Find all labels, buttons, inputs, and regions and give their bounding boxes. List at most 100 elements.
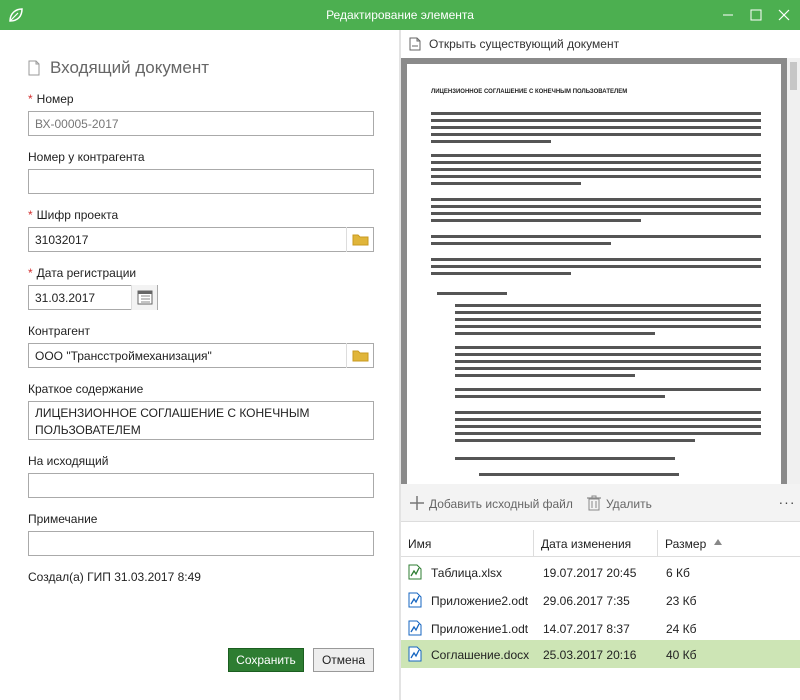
open-document-icon xyxy=(409,37,421,51)
text-line xyxy=(455,457,675,460)
text-line xyxy=(455,360,761,363)
summary-label: Краткое содержание xyxy=(28,382,144,396)
add-source-file-label: Добавить исходный файл xyxy=(429,497,573,511)
file-size: 40 Кб xyxy=(666,648,697,662)
text-line xyxy=(455,411,761,414)
file-row[interactable]: Приложение1.odt 14.07.2017 8:37 24 Кб xyxy=(401,614,800,642)
preview-scrollbar-thumb[interactable] xyxy=(790,62,797,90)
text-line xyxy=(431,161,761,164)
file-modified: 25.03.2017 20:16 xyxy=(543,648,637,662)
text-line xyxy=(431,168,761,171)
plus-icon xyxy=(410,496,424,510)
text-line xyxy=(431,175,761,178)
document-page: ЛИЦЕНЗИОННОЕ СОГЛАШЕНИЕ С КОНЕЧНЫМ ПОЛЬЗ… xyxy=(407,64,781,484)
file-name: Приложение1.odt xyxy=(431,622,529,636)
file-modified: 19.07.2017 20:45 xyxy=(543,566,637,580)
text-document-file-icon xyxy=(408,592,422,608)
preview-scrollbar[interactable] xyxy=(787,58,800,484)
save-button[interactable]: Сохранить xyxy=(228,648,304,672)
column-separator[interactable] xyxy=(533,530,534,557)
number-field[interactable]: ВХ-00005-2017 xyxy=(28,111,374,136)
text-line xyxy=(431,126,761,129)
text-line xyxy=(431,182,581,185)
column-header-size[interactable]: Размер xyxy=(665,537,706,551)
column-header-name[interactable]: Имя xyxy=(408,537,431,551)
counterparty-number-field[interactable] xyxy=(28,169,374,194)
calendar-button[interactable] xyxy=(131,285,157,310)
file-row[interactable]: Приложение2.odt 29.06.2017 7:35 23 Кб xyxy=(401,586,800,614)
document-preview[interactable]: ЛИЦЕНЗИОННОЕ СОГЛАШЕНИЕ С КОНЕЧНЫМ ПОЛЬЗ… xyxy=(401,58,787,484)
text-line xyxy=(431,235,761,238)
text-line xyxy=(431,265,761,268)
counterparty-label: Контрагент xyxy=(28,324,91,338)
outgoing-label: На исходящий xyxy=(28,454,109,468)
note-field[interactable] xyxy=(28,531,374,556)
text-line xyxy=(455,374,635,377)
sort-ascending-icon xyxy=(714,539,722,545)
spreadsheet-file-icon xyxy=(408,564,422,580)
required-mark: * xyxy=(28,208,33,222)
text-line xyxy=(431,198,761,201)
file-modified: 14.07.2017 8:37 xyxy=(543,622,630,636)
text-line xyxy=(455,395,665,398)
counterparty-field[interactable]: ООО "Трансстроймеханизация" xyxy=(28,343,374,368)
text-line xyxy=(455,432,761,435)
text-line xyxy=(431,205,761,208)
outgoing-field[interactable] xyxy=(28,473,374,498)
text-line xyxy=(455,311,761,314)
file-row[interactable]: Таблица.xlsx 19.07.2017 20:45 6 Кб xyxy=(401,558,800,586)
column-header-modified[interactable]: Дата изменения xyxy=(541,537,631,551)
trash-icon xyxy=(587,495,601,511)
text-line xyxy=(455,388,761,391)
text-line xyxy=(431,119,761,122)
file-size: 6 Кб xyxy=(666,566,690,580)
text-line xyxy=(455,332,655,335)
file-row-selected[interactable]: Соглашение.docx 25.03.2017 20:16 40 Кб xyxy=(401,640,800,668)
summary-field[interactable]: ЛИЦЕНЗИОННОЕ СОГЛАШЕНИЕ С КОНЕЧНЫМ ПОЛЬЗ… xyxy=(28,401,374,440)
text-line xyxy=(455,325,761,328)
text-document-file-icon xyxy=(408,620,422,636)
more-options-icon[interactable]: ··· xyxy=(778,494,796,512)
close-icon[interactable] xyxy=(774,5,794,25)
file-modified: 29.06.2017 7:35 xyxy=(543,594,630,608)
window-title: Редактирование элемента xyxy=(326,8,474,22)
note-label: Примечание xyxy=(28,512,98,526)
minimize-icon[interactable] xyxy=(718,5,738,25)
text-line xyxy=(455,425,761,428)
project-code-field[interactable]: 31032017 xyxy=(28,227,374,252)
title-bar: Редактирование элемента xyxy=(0,0,800,30)
created-info: Создал(а) ГИП 31.03.2017 8:49 xyxy=(28,570,201,584)
file-name: Соглашение.docx xyxy=(431,648,530,662)
text-line xyxy=(455,418,761,421)
file-name: Таблица.xlsx xyxy=(431,566,503,580)
text-line xyxy=(437,292,507,295)
text-line xyxy=(431,140,551,143)
text-line xyxy=(455,367,761,370)
registration-date-label: * Дата регистрации xyxy=(28,266,137,280)
maximize-icon[interactable] xyxy=(746,5,766,25)
file-size: 23 Кб xyxy=(666,594,697,608)
text-line xyxy=(455,346,761,349)
folder-icon xyxy=(352,350,369,362)
project-code-browse-button[interactable] xyxy=(346,227,373,252)
number-label: * Номер xyxy=(28,92,74,106)
text-line xyxy=(431,212,761,215)
text-line xyxy=(431,154,761,157)
delete-label: Удалить xyxy=(606,497,652,511)
text-line xyxy=(431,242,611,245)
required-mark: * xyxy=(28,92,33,106)
project-code-label: * Шифр проекта xyxy=(28,208,119,222)
word-document-file-icon xyxy=(408,646,422,662)
counterparty-browse-button[interactable] xyxy=(346,343,373,368)
column-separator[interactable] xyxy=(657,530,658,557)
text-line xyxy=(455,304,761,307)
text-line xyxy=(431,272,571,275)
document-icon xyxy=(28,60,40,76)
required-mark: * xyxy=(28,266,33,280)
text-line xyxy=(455,439,695,442)
folder-icon xyxy=(352,234,369,246)
text-line xyxy=(455,318,761,321)
text-line xyxy=(431,133,761,136)
form-heading-text: Входящий документ xyxy=(50,58,209,77)
cancel-button[interactable]: Отмена xyxy=(313,648,374,672)
